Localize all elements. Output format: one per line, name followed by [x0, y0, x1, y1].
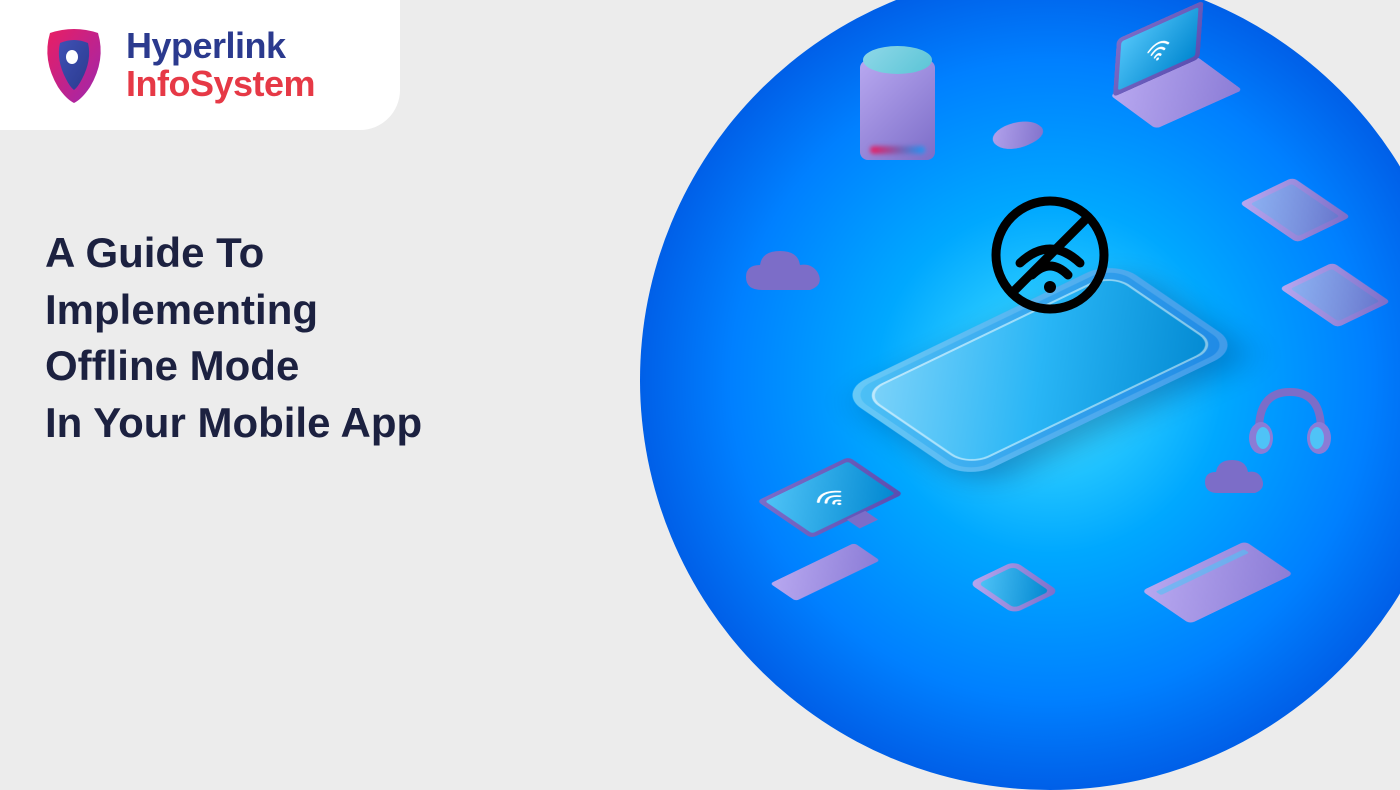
logo-line1: Hyperlink [126, 27, 315, 65]
logo-line2: InfoSystem [126, 65, 315, 103]
logo-card: Hyperlink InfoSystem [0, 0, 400, 130]
wifi-icon [1143, 28, 1173, 69]
mouse-icon [990, 115, 1050, 160]
laptop-icon [1110, 60, 1250, 141]
logo-mark-icon [40, 25, 108, 105]
keyboard-icon [770, 543, 880, 601]
headline-line1: A Guide To [45, 229, 264, 276]
page-title: A Guide To Implementing Offline Mode In … [45, 225, 422, 452]
cloud-icon [740, 245, 830, 300]
hero-illustration [640, 0, 1400, 790]
no-wifi-icon [990, 195, 1110, 315]
headline-line4: In Your Mobile App [45, 399, 422, 446]
headline-line3: Offline Mode [45, 342, 299, 389]
headline-line2: Implementing [45, 286, 318, 333]
logo-text: Hyperlink InfoSystem [126, 27, 315, 103]
smart-speaker-icon [860, 60, 940, 200]
smartwatch-icon [968, 559, 1066, 616]
router-icon [1142, 541, 1294, 624]
cloud-icon [1200, 455, 1270, 500]
headphones-icon [1245, 380, 1335, 460]
desktop-monitor-icon [757, 457, 904, 539]
storage-drive-icon [1239, 177, 1350, 242]
wifi-icon [802, 481, 858, 513]
storage-drive-icon [1279, 262, 1390, 327]
